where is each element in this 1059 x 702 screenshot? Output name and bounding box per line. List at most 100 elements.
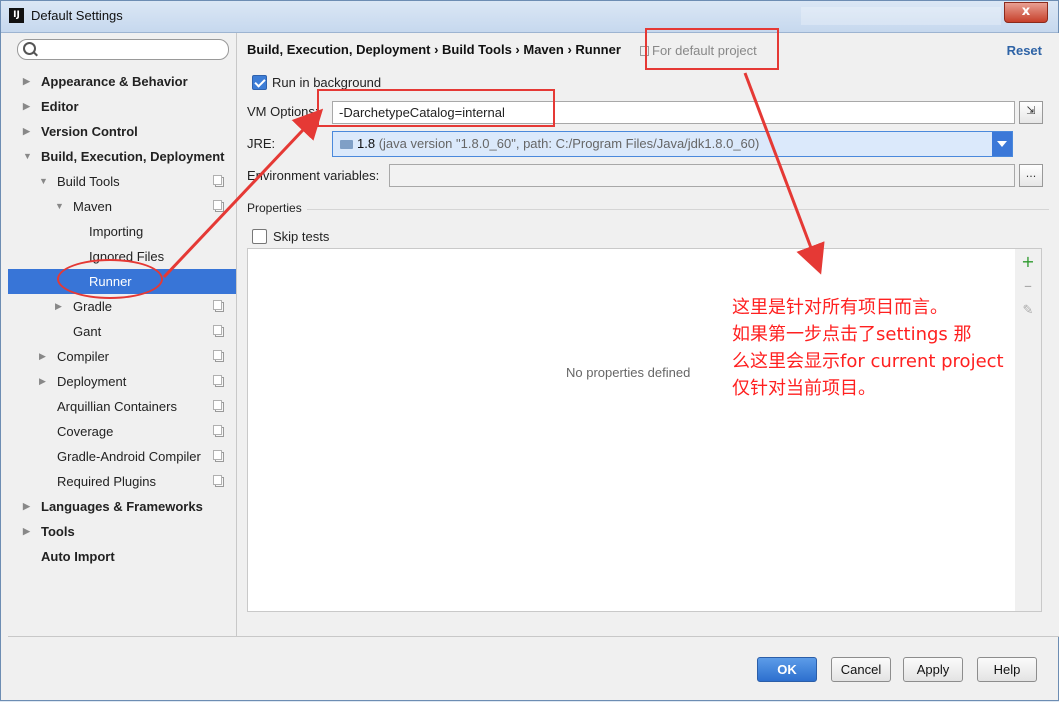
settings-search-input[interactable]: [17, 39, 229, 60]
title-bar: IJ Default Settings x: [1, 1, 1058, 33]
sidebar-item-maven[interactable]: ▼ Maven: [8, 194, 236, 219]
sidebar-item-label: Editor: [41, 99, 79, 114]
expand-field-button[interactable]: ⇲: [1019, 101, 1043, 124]
sidebar-item-auto-import[interactable]: Auto Import: [8, 544, 236, 569]
sidebar-item-gant[interactable]: Gant: [8, 319, 236, 344]
environment-variables-button[interactable]: ...: [1019, 164, 1043, 187]
jre-version: 1.8: [357, 136, 376, 151]
add-icon[interactable]: +: [1021, 254, 1035, 270]
project-scope-icon: [213, 200, 224, 212]
chevron-right-icon: ▶: [39, 351, 46, 361]
folder-icon: [340, 140, 353, 149]
chevron-down-icon: ▼: [55, 201, 64, 211]
title-bar-background-ghost: [801, 7, 1001, 25]
sidebar-item-importing[interactable]: Importing: [8, 219, 236, 244]
project-scope-icon: [213, 375, 224, 387]
jre-detail: (java version "1.8.0_60", path: C:/Progr…: [378, 136, 760, 151]
reset-link[interactable]: Reset: [1007, 43, 1042, 58]
run-in-background-checkbox[interactable]: [252, 75, 267, 90]
sidebar-item-arquillian-containers[interactable]: Arquillian Containers: [8, 394, 236, 419]
project-scope-icon: [213, 475, 224, 487]
chevron-right-icon: ▶: [23, 126, 30, 136]
chevron-down-icon: ▼: [39, 176, 48, 186]
project-scope-icon: [213, 325, 224, 337]
settings-window: IJ Default Settings x ▶ Appearance & Beha…: [0, 0, 1059, 701]
footer-divider: [8, 636, 1059, 637]
sidebar-item-label: Gradle-Android Compiler: [57, 449, 201, 464]
jre-label: JRE:: [247, 136, 276, 151]
expand-icon: ⇲: [1026, 104, 1036, 117]
sidebar-item-label: Deployment: [57, 374, 127, 389]
sidebar-item-editor[interactable]: ▶ Editor: [8, 94, 236, 119]
chevron-down-icon[interactable]: [992, 132, 1012, 156]
annotation-line: 么这里会显示for current project: [732, 351, 1004, 372]
environment-variables-label: Environment variables:: [247, 168, 380, 183]
skip-tests-label: Skip tests: [273, 229, 330, 244]
chevron-right-icon: ▶: [23, 101, 30, 111]
chevron-right-icon: ▶: [23, 76, 30, 86]
sidebar-item-languages-frameworks[interactable]: ▶ Languages & Frameworks: [8, 494, 236, 519]
apply-button[interactable]: Apply: [903, 657, 963, 682]
sidebar-item-label: Arquillian Containers: [57, 399, 177, 414]
project-scope-icon: [213, 300, 224, 312]
annotation-box-vm-options: [317, 89, 555, 127]
annotation-line: 仅针对当前项目。: [732, 378, 876, 399]
sidebar-item-compiler[interactable]: ▶ Compiler: [8, 344, 236, 369]
sidebar-item-required-plugins[interactable]: Required Plugins: [8, 469, 236, 494]
sidebar-item-label: Tools: [41, 524, 75, 539]
close-icon: x: [1021, 4, 1031, 19]
sidebar-item-build-tools[interactable]: ▼ Build Tools: [8, 169, 236, 194]
sidebar-item-tools[interactable]: ▶ Tools: [8, 519, 236, 544]
sidebar-item-label: Maven: [73, 199, 113, 214]
cancel-button[interactable]: Cancel: [831, 657, 891, 682]
annotation-line: 这里是针对所有项目而言。: [732, 297, 948, 318]
jre-selected-value: 1.8 (java version "1.8.0_60", path: C:/P…: [357, 136, 759, 151]
chevron-right-icon: ▶: [23, 526, 30, 536]
project-scope-icon: [213, 400, 224, 412]
sidebar-item-label: Gant: [73, 324, 102, 339]
run-in-background-label: Run in background: [272, 75, 382, 90]
sidebar-item-version-control[interactable]: ▶ Version Control: [8, 119, 236, 144]
intellij-icon: IJ: [9, 8, 24, 23]
annotation-box-scope: [645, 28, 779, 70]
breadcrumb: Build, Execution, Deployment › Build Too…: [247, 42, 621, 57]
sidebar-item-label: Compiler: [57, 349, 110, 364]
project-scope-icon: [213, 450, 224, 462]
properties-empty-text: No properties defined: [566, 365, 691, 380]
chevron-down-icon: ▼: [23, 151, 32, 161]
close-window-button[interactable]: x: [1004, 2, 1048, 23]
sidebar-item-gradle-android-compiler[interactable]: Gradle-Android Compiler: [8, 444, 236, 469]
sidebar-item-coverage[interactable]: Coverage: [8, 419, 236, 444]
chevron-right-icon: ▶: [55, 301, 62, 311]
sidebar-item-label: Importing: [89, 224, 144, 239]
section-divider: [307, 209, 1049, 210]
annotation-circle-runner: [57, 259, 163, 299]
project-scope-icon: [213, 425, 224, 437]
vm-options-label: VM Options:: [247, 104, 319, 119]
environment-variables-field[interactable]: [389, 164, 1015, 187]
search-icon: [23, 42, 36, 55]
remove-icon[interactable]: –: [1021, 278, 1035, 294]
ok-button[interactable]: OK: [757, 657, 817, 682]
window-title: Default Settings: [31, 8, 123, 23]
sidebar-item-label: Appearance & Behavior: [41, 74, 188, 89]
skip-tests-checkbox[interactable]: [252, 229, 267, 244]
annotation-line: 如果第一步点击了settings 那: [732, 324, 972, 345]
sidebar-item-label: Build, Execution, Deployment: [41, 149, 225, 164]
sidebar-item-label: Auto Import: [41, 549, 115, 564]
annotation-note: 这里是针对所有项目而言。 如果第一步点击了settings 那 么这里会显示fo…: [732, 294, 1042, 402]
sidebar-item-appearance-behavior[interactable]: ▶ Appearance & Behavior: [8, 69, 236, 94]
sidebar-item-label: Required Plugins: [57, 474, 157, 489]
help-button[interactable]: Help: [977, 657, 1037, 682]
jre-select[interactable]: 1.8 (java version "1.8.0_60", path: C:/P…: [332, 131, 1013, 157]
sidebar-item-deployment[interactable]: ▶ Deployment: [8, 369, 236, 394]
sidebar-item-label: Coverage: [57, 424, 114, 439]
settings-sidebar: ▶ Appearance & Behavior ▶ Editor ▶ Version …: [8, 33, 237, 636]
properties-section-title: Properties: [247, 201, 302, 215]
sidebar-item-label: Version Control: [41, 124, 138, 139]
sidebar-item-label: Languages & Frameworks: [41, 499, 203, 514]
chevron-right-icon: ▶: [23, 501, 30, 511]
project-scope-icon: [213, 350, 224, 362]
sidebar-item-build-execution-deployment[interactable]: ▼ Build, Execution, Deployment: [8, 144, 236, 169]
chevron-right-icon: ▶: [39, 376, 46, 386]
